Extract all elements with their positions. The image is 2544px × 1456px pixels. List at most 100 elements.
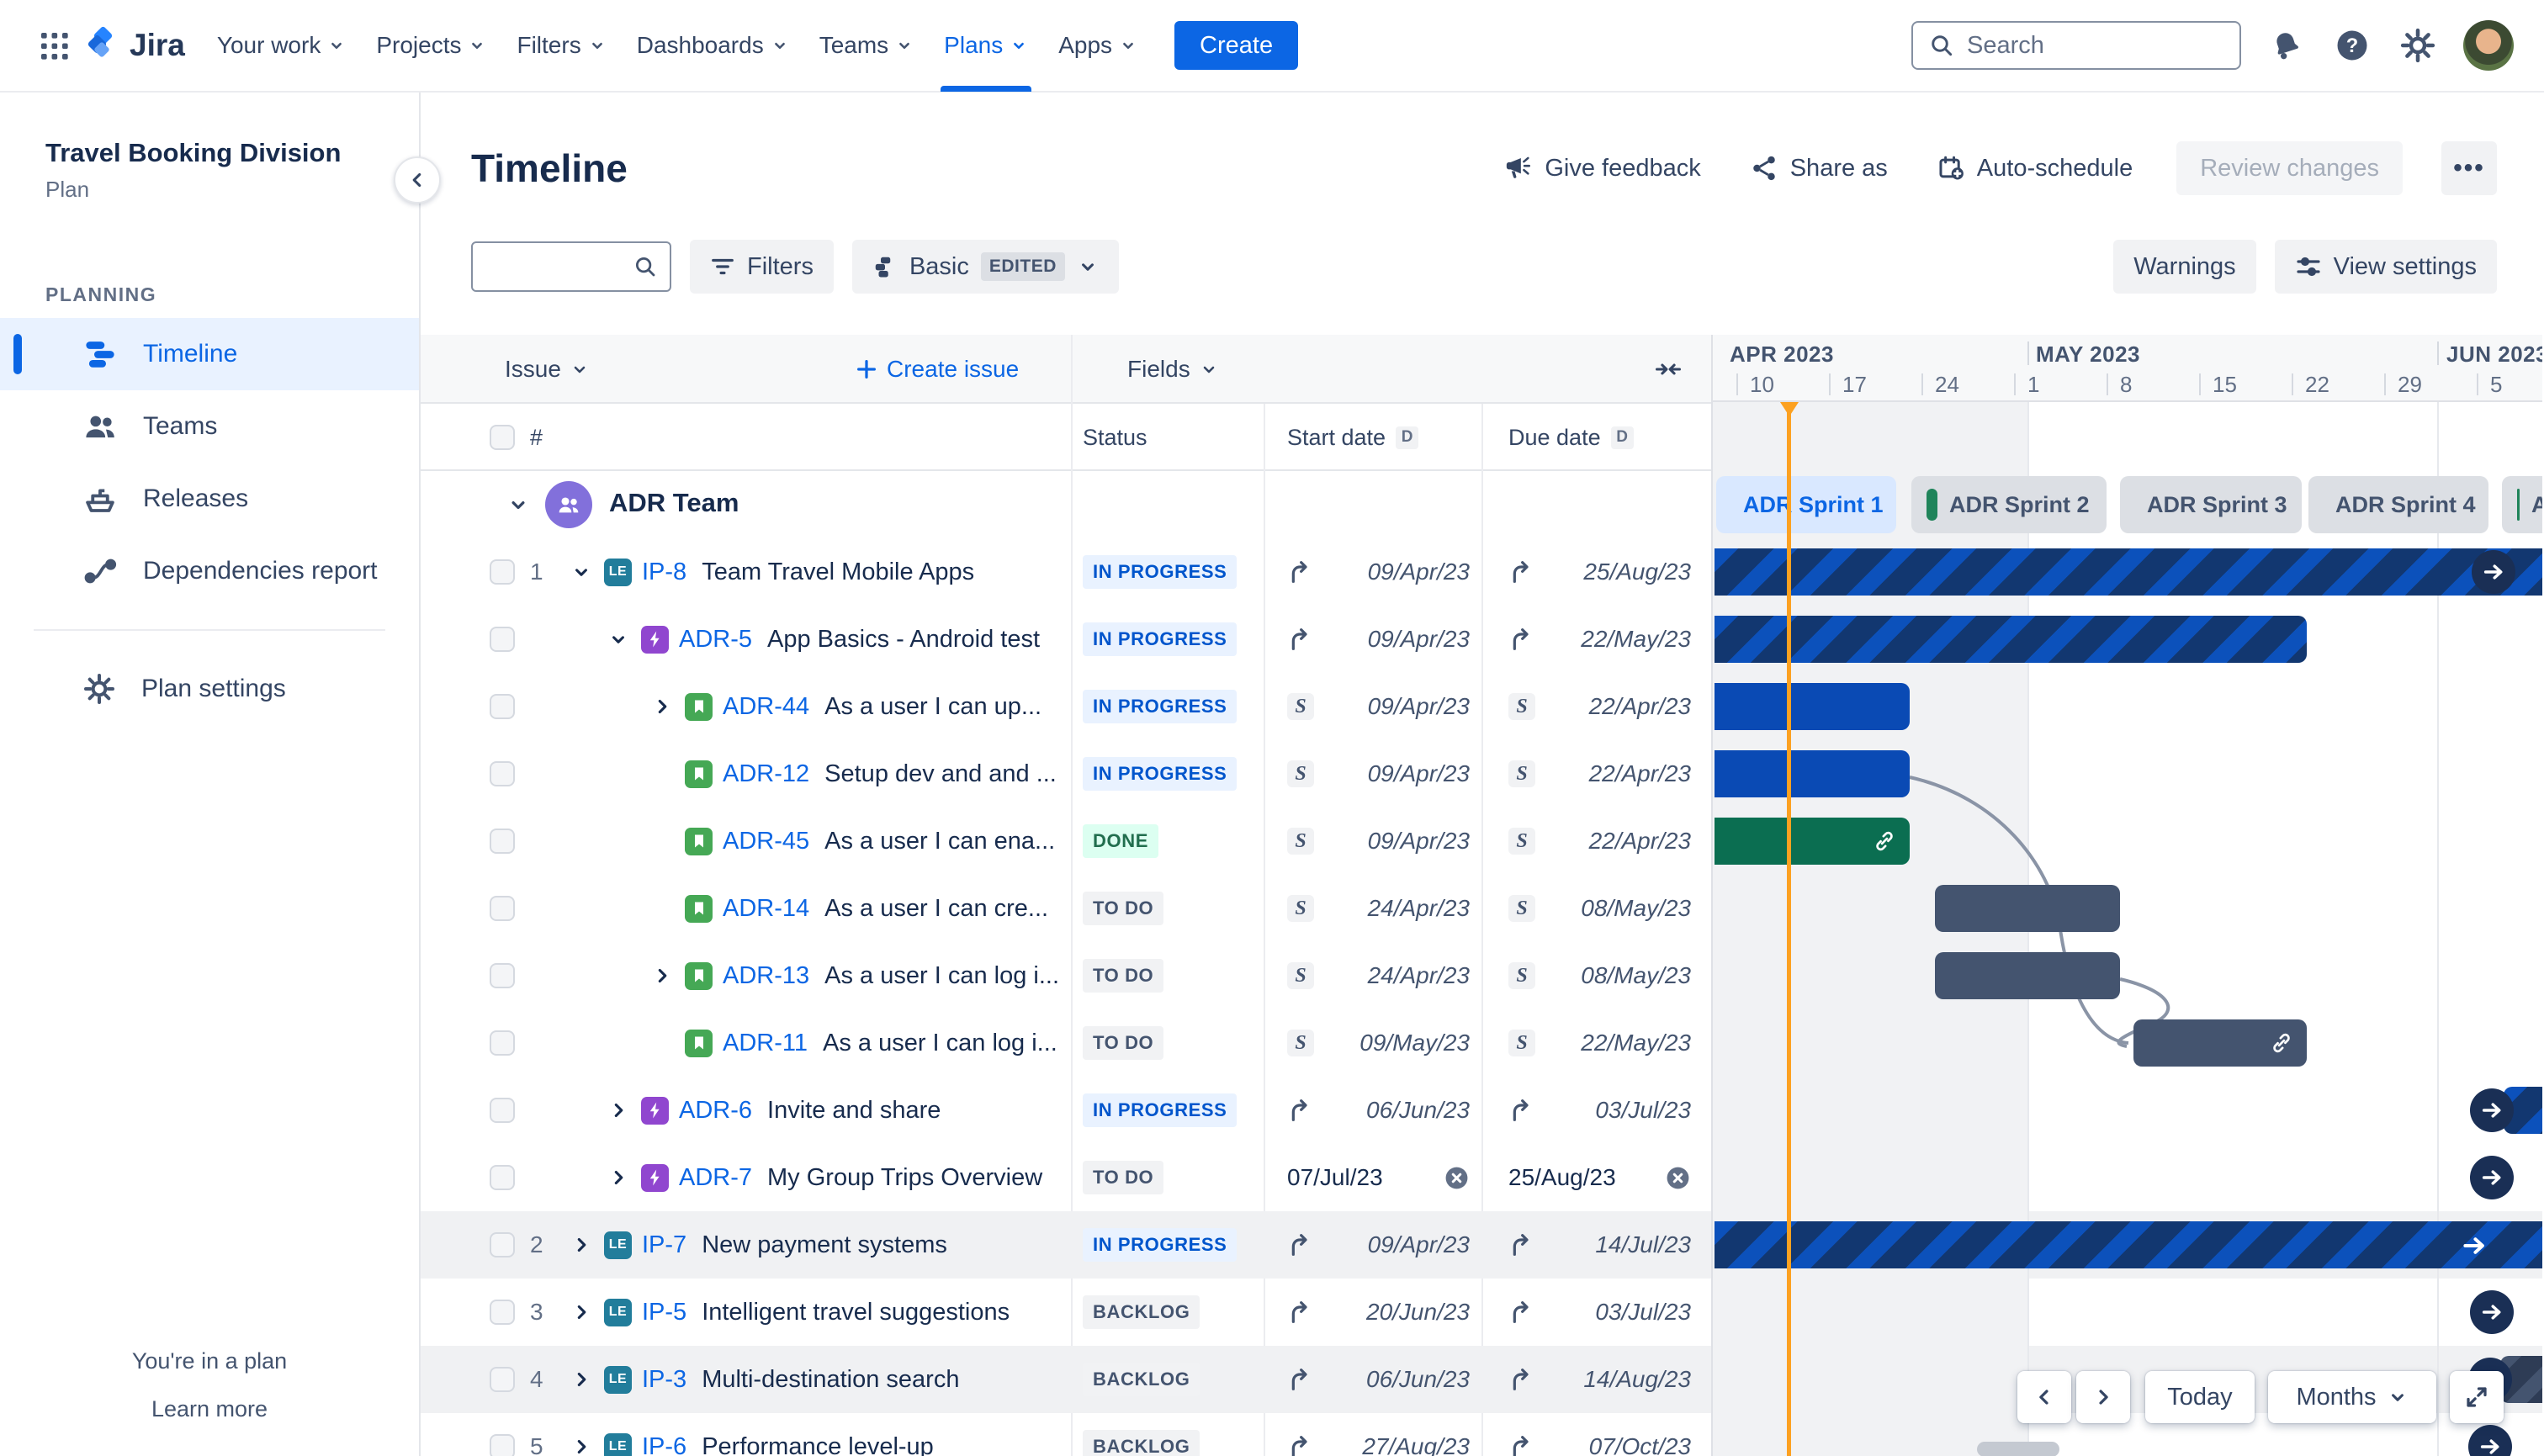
select-all-checkbox[interactable]	[490, 425, 515, 450]
expand-chevron-icon[interactable]	[570, 1436, 604, 1456]
dependency-link-icon[interactable]	[1873, 829, 1896, 853]
status-cell[interactable]: IN PROGRESS	[1071, 538, 1264, 606]
sidebar-item-timeline[interactable]: Timeline	[0, 318, 419, 390]
due-date-cell[interactable]: S 22/Apr/23	[1481, 673, 1713, 740]
scroll-to-bar-button-IP-8[interactable]	[2472, 550, 2515, 594]
warnings-button[interactable]: Warnings	[2113, 240, 2256, 294]
nav-item-dashboards[interactable]: Dashboards	[622, 0, 804, 92]
scroll-to-bar-button-ADR-6[interactable]	[2470, 1088, 2514, 1132]
sprint-chip[interactable]: ADR Sprint 3	[2120, 476, 2302, 533]
status-cell[interactable]: BACKLOG	[1071, 1279, 1264, 1346]
issue-key-link[interactable]: ADR-44	[723, 693, 809, 721]
gantt-bar-ADR-11[interactable]	[2133, 1019, 2307, 1067]
gantt-bar-ADR-12[interactable]	[1715, 750, 1910, 797]
horizontal-scrollbar-thumb[interactable]	[1977, 1442, 2059, 1456]
expand-chevron-icon[interactable]	[570, 1369, 604, 1390]
clear-date-icon[interactable]	[1444, 1165, 1470, 1191]
due-date-cell[interactable]: 14/Jul/23	[1481, 1211, 1713, 1279]
issue-column-menu[interactable]: Issue	[505, 335, 590, 404]
start-date-cell[interactable]: 06/Jun/23	[1264, 1346, 1481, 1413]
row-checkbox[interactable]	[490, 829, 515, 854]
start-date-cell[interactable]: 09/Apr/23	[1264, 606, 1481, 673]
auto-schedule-button[interactable]: Auto-schedule	[1932, 153, 2138, 183]
scroll-to-bar-button-IP-6[interactable]	[2468, 1425, 2512, 1456]
nav-item-teams[interactable]: Teams	[804, 0, 929, 92]
row-checkbox[interactable]	[490, 694, 515, 719]
expand-chevron-icon[interactable]	[570, 1301, 604, 1323]
fullscreen-button[interactable]	[2450, 1371, 2504, 1423]
help-icon[interactable]: ?	[2332, 25, 2372, 66]
row-checkbox[interactable]	[490, 1165, 515, 1190]
row-checkbox[interactable]	[490, 559, 515, 585]
sidebar-item-teams[interactable]: Teams	[0, 390, 419, 463]
nav-item-filters[interactable]: Filters	[501, 0, 621, 92]
sidebar-collapse-button[interactable]	[394, 156, 441, 204]
timeline-search-input[interactable]	[471, 241, 671, 292]
team-group-row[interactable]: ADR Team	[419, 471, 1713, 538]
status-cell[interactable]: TO DO	[1071, 1144, 1264, 1211]
sprint-chip[interactable]: ADR Sprint 4	[2308, 476, 2488, 533]
status-cell[interactable]: IN PROGRESS	[1071, 673, 1264, 740]
issue-row-ADR-45[interactable]: ADR-45 As a user I can ena... DONE S 09/A…	[419, 807, 1713, 875]
issue-key-link[interactable]: ADR-13	[723, 962, 809, 990]
start-date-cell[interactable]: 06/Jun/23	[1264, 1077, 1481, 1144]
row-checkbox[interactable]	[490, 627, 515, 652]
filters-button[interactable]: Filters	[690, 240, 834, 294]
start-date-cell[interactable]: 09/Apr/23	[1264, 1211, 1481, 1279]
status-cell[interactable]: BACKLOG	[1071, 1346, 1264, 1413]
app-switcher-icon[interactable]	[30, 22, 77, 69]
issue-key-link[interactable]: IP-5	[642, 1299, 686, 1326]
issue-row-ADR-7[interactable]: ADR-7 My Group Trips Overview TO DO 07/J…	[419, 1144, 1713, 1211]
gantt-bar-IP-7[interactable]	[1715, 1221, 2542, 1268]
row-checkbox[interactable]	[490, 761, 515, 786]
row-checkbox[interactable]	[490, 896, 515, 921]
due-date-cell[interactable]: 03/Jul/23	[1481, 1077, 1713, 1144]
sprint-chip[interactable]: ADR Sprint 2	[1911, 476, 2107, 533]
collapse-group-chevron-icon[interactable]	[506, 493, 540, 516]
zoom-range-dropdown[interactable]: Months	[2268, 1371, 2436, 1423]
gantt-bar-ADR-14[interactable]	[1935, 885, 2120, 932]
global-search-input[interactable]: Search	[1911, 21, 2241, 70]
dependency-link-icon[interactable]	[2270, 1031, 2293, 1055]
share-as-button[interactable]: Share as	[1745, 153, 1893, 183]
create-button[interactable]: Create	[1174, 21, 1299, 70]
row-checkbox[interactable]	[490, 963, 515, 988]
sprint-chip[interactable]: AD	[2502, 476, 2542, 533]
give-feedback-button[interactable]: Give feedback	[1499, 153, 1705, 183]
view-preset-button[interactable]: Basic EDITED	[851, 240, 1119, 294]
expand-chevron-icon[interactable]	[607, 1099, 641, 1121]
pan-left-button[interactable]	[2017, 1371, 2071, 1423]
row-checkbox[interactable]	[490, 1367, 515, 1392]
expand-chevron-icon[interactable]	[570, 561, 604, 583]
settings-gear-icon[interactable]	[2398, 25, 2438, 66]
due-date-cell[interactable]: S 22/Apr/23	[1481, 740, 1713, 807]
nav-item-apps[interactable]: Apps	[1043, 0, 1153, 92]
status-cell[interactable]: TO DO	[1071, 875, 1264, 942]
sprint-chip[interactable]: ADR Sprint 1	[1716, 476, 1896, 533]
expand-chevron-icon[interactable]	[607, 1167, 641, 1189]
notifications-bell-icon[interactable]	[2266, 25, 2307, 66]
gantt-bar-ADR-44[interactable]	[1715, 683, 1910, 730]
issue-row-ADR-14[interactable]: ADR-14 As a user I can cre... TO DO S 24/…	[419, 875, 1713, 942]
issue-key-link[interactable]: ADR-45	[723, 828, 809, 855]
issue-row-IP-8[interactable]: 1 LE IP-8 Team Travel Mobile Apps IN PRO…	[419, 538, 1713, 606]
due-date-cell[interactable]: 25/Aug/23	[1481, 538, 1713, 606]
issue-key-link[interactable]: ADR-6	[679, 1097, 752, 1125]
issue-key-link[interactable]: ADR-12	[723, 760, 809, 788]
scroll-to-bar-button-ADR-7[interactable]	[2470, 1156, 2514, 1199]
learn-more-link[interactable]: Learn more	[0, 1396, 419, 1422]
sidebar-item-dependencies-report[interactable]: Dependencies report	[0, 535, 419, 607]
row-checkbox[interactable]	[490, 1434, 515, 1456]
issue-key-link[interactable]: IP-8	[642, 559, 686, 586]
issue-key-link[interactable]: ADR-7	[679, 1164, 752, 1192]
due-date-cell[interactable]: S 22/May/23	[1481, 1009, 1713, 1077]
start-date-cell[interactable]: 09/Apr/23	[1264, 538, 1481, 606]
issue-row-IP-5[interactable]: 3 LE IP-5 Intelligent travel suggestions…	[419, 1279, 1713, 1346]
gantt-bar-IP-8[interactable]	[1715, 548, 2542, 596]
more-actions-button[interactable]: •••	[2441, 141, 2497, 195]
today-button[interactable]: Today	[2145, 1371, 2255, 1423]
expand-chevron-icon[interactable]	[651, 965, 685, 987]
start-date-cell[interactable]: S 24/Apr/23	[1264, 942, 1481, 1009]
fields-menu[interactable]: Fields	[1127, 335, 1219, 404]
expand-chevron-icon[interactable]	[607, 628, 641, 650]
